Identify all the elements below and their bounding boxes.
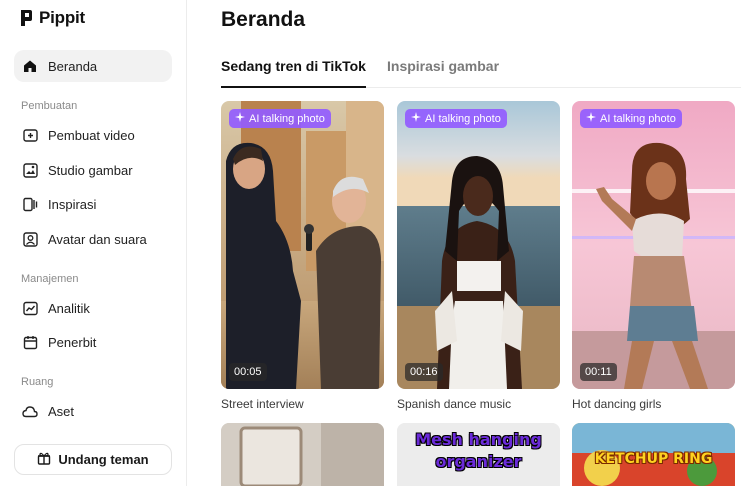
card-caption: Street interview bbox=[221, 397, 304, 411]
badge-label: AI talking photo bbox=[600, 112, 676, 125]
tab-trending-tiktok[interactable]: Sedang tren di TikTok bbox=[221, 58, 366, 74]
invite-label: Undang teman bbox=[58, 452, 149, 467]
inspiration-icon bbox=[22, 196, 38, 212]
logo[interactable]: Pippit bbox=[20, 8, 85, 28]
video-card-mesh-hanging-organizer[interactable]: Mesh hanging organizer bbox=[397, 423, 560, 486]
calendar-icon bbox=[22, 334, 38, 350]
sidebar-item-assets[interactable]: Aset bbox=[14, 395, 172, 427]
card-overlay-title: KETCHUP RING bbox=[594, 451, 713, 467]
sparkle-icon bbox=[411, 112, 421, 125]
card-thumbnail bbox=[397, 101, 560, 389]
sidebar-item-home[interactable]: Beranda bbox=[14, 50, 172, 82]
video-card-spanish-dance-music[interactable]: AI talking photo 00:16 bbox=[397, 101, 560, 389]
card-thumbnail bbox=[572, 101, 735, 389]
sidebar-item-label: Avatar dan suara bbox=[48, 231, 147, 247]
badge-label: AI talking photo bbox=[425, 112, 501, 125]
sidebar-item-analytics[interactable]: Analitik bbox=[14, 292, 172, 324]
sidebar-item-publisher[interactable]: Penerbit bbox=[14, 326, 172, 358]
sidebar-item-label: Aset bbox=[48, 403, 75, 419]
avatar-icon bbox=[22, 231, 38, 247]
invite-friends-button[interactable]: Undang teman bbox=[14, 444, 172, 475]
analytics-icon bbox=[22, 300, 38, 316]
video-plus-icon bbox=[22, 127, 38, 143]
sparkle-icon bbox=[586, 112, 596, 125]
video-card-row2-1[interactable] bbox=[221, 423, 384, 486]
card-thumbnail bbox=[221, 101, 384, 389]
sidebar-item-label: Beranda bbox=[48, 58, 98, 74]
sidebar-item-inspiration[interactable]: Inspirasi bbox=[14, 188, 172, 220]
sidebar-item-label: Analitik bbox=[48, 300, 90, 316]
sidebar-item-label: Inspirasi bbox=[48, 196, 97, 212]
sidebar-item-label: Studio gambar bbox=[48, 162, 133, 178]
ai-talking-photo-badge: AI talking photo bbox=[580, 109, 682, 128]
video-duration: 00:11 bbox=[580, 363, 617, 381]
ai-talking-photo-badge: AI talking photo bbox=[229, 109, 331, 128]
video-duration: 00:05 bbox=[229, 363, 267, 381]
tab-image-inspiration[interactable]: Inspirasi gambar bbox=[387, 58, 499, 74]
app-name: Pippit bbox=[39, 8, 86, 27]
pippit-logo-icon bbox=[20, 9, 33, 27]
card-overlay-title: Mesh hanging organizer bbox=[415, 430, 542, 471]
image-edit-icon bbox=[22, 162, 38, 178]
sparkle-icon bbox=[235, 112, 245, 125]
sidebar-item-image-studio[interactable]: Studio gambar bbox=[14, 154, 172, 186]
sidebar: Pippit Beranda Pembuatan Pembuat video S… bbox=[0, 0, 187, 486]
sidebar-item-label: Pembuat video bbox=[48, 127, 135, 143]
video-card-street-interview[interactable]: AI talking photo 00:05 bbox=[221, 101, 384, 389]
sidebar-item-label: Penerbit bbox=[48, 334, 97, 350]
section-label-manage: Manajemen bbox=[21, 273, 79, 285]
video-duration: 00:16 bbox=[405, 363, 443, 381]
active-tab-indicator bbox=[221, 86, 366, 88]
tab-bar: Sedang tren di TikTok Inspirasi gambar bbox=[221, 56, 741, 88]
section-label-space: Ruang bbox=[21, 376, 54, 388]
card-caption: Spanish dance music bbox=[397, 397, 512, 411]
ai-talking-photo-badge: AI talking photo bbox=[405, 109, 507, 128]
sidebar-item-avatar-voice[interactable]: Avatar dan suara bbox=[14, 223, 172, 255]
home-icon bbox=[22, 58, 38, 74]
sidebar-item-video-maker[interactable]: Pembuat video bbox=[14, 119, 172, 151]
section-label-create: Pembuatan bbox=[21, 100, 78, 112]
video-card-hot-dancing-girls[interactable]: AI talking photo 00:11 bbox=[572, 101, 735, 389]
gift-icon bbox=[37, 451, 51, 468]
badge-label: AI talking photo bbox=[249, 112, 325, 125]
card-caption: Hot dancing girls bbox=[572, 397, 662, 411]
page-title: Beranda bbox=[221, 8, 306, 31]
card-thumbnail bbox=[221, 423, 384, 486]
cloud-icon bbox=[22, 403, 38, 419]
video-card-ketchup-ring[interactable]: KETCHUP RING bbox=[572, 423, 735, 486]
